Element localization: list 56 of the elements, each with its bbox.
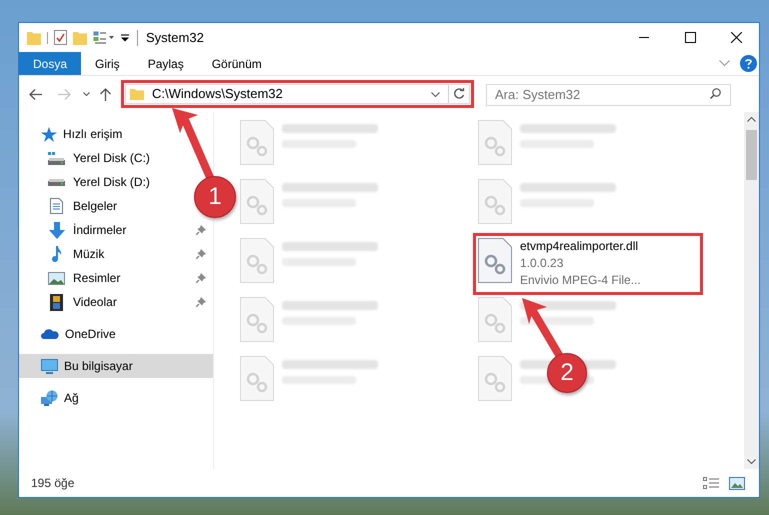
properties-icon[interactable] (54, 30, 67, 45)
nav-item[interactable]: Belgeler (44, 194, 122, 218)
customize-caret-icon[interactable] (121, 34, 129, 42)
network-icon (41, 390, 58, 406)
chevron-down-icon[interactable] (431, 92, 440, 96)
monitor-icon (41, 358, 58, 374)
back-arrow-icon[interactable] (29, 88, 42, 100)
caret-icon[interactable] (83, 92, 90, 96)
search-field[interactable]: Ara: System32 (486, 84, 731, 106)
pin-icon[interactable] (196, 249, 206, 259)
nav-item[interactable]: Bu bilgisayar (19, 354, 213, 378)
scroll-down-icon[interactable] (747, 459, 756, 464)
nav-item[interactable]: OneDrive (19, 322, 213, 346)
ribbon-tab[interactable]: Dosya (19, 52, 82, 75)
folder-icon (130, 88, 144, 100)
scroll-up-icon[interactable] (747, 117, 756, 122)
nav-item[interactable]: Hızlı erişim (19, 122, 213, 146)
nav-item[interactable]: Yerel Disk (D:) (44, 170, 154, 194)
maximize-icon (684, 32, 696, 43)
refresh-icon[interactable] (453, 88, 465, 100)
nav-item[interactable]: Resimler (44, 266, 124, 290)
film-icon (50, 294, 63, 310)
up-arrow-icon[interactable] (100, 88, 111, 100)
address-path: C:\Windows\System32 (152, 85, 283, 104)
ribbon-tab[interactable]: Görünüm (198, 52, 276, 75)
minimize-icon (639, 36, 649, 38)
help-icon[interactable] (740, 55, 757, 72)
close-icon (730, 32, 742, 43)
ribbon-tab[interactable]: Giriş (81, 52, 134, 75)
nav-item[interactable]: Müzik (44, 242, 108, 266)
view-options-icon[interactable] (93, 30, 115, 44)
scrollbar[interactable] (744, 112, 759, 469)
download-arrow-icon (48, 222, 64, 238)
address-field[interactable]: C:\Windows\System32 (125, 84, 470, 104)
window-title: System32 (146, 28, 204, 47)
ribbon-tab[interactable]: Paylaş (134, 52, 198, 75)
nav-item[interactable]: Yerel Disk (C:) (44, 146, 154, 170)
document-icon (50, 198, 63, 214)
nav-item[interactable]: Videolar (44, 290, 121, 314)
drive-icon (48, 178, 65, 186)
pin-icon[interactable] (196, 297, 206, 307)
picture-icon (48, 272, 65, 284)
cloud-icon (41, 329, 59, 339)
music-note-icon (52, 246, 62, 262)
pin-icon[interactable] (196, 273, 206, 283)
details-view-icon[interactable] (703, 477, 719, 489)
scrollbar-thumb[interactable] (746, 130, 757, 180)
search-icon[interactable] (710, 88, 721, 99)
star-icon (41, 126, 57, 142)
large-icons-view-icon[interactable] (729, 476, 745, 490)
drive-icon (48, 152, 65, 164)
pin-icon[interactable] (196, 225, 206, 235)
nav-item[interactable]: İndirmeler (44, 218, 130, 242)
file-item[interactable]: etvmp4realimporter.dll 1.0.0.23 Envivio MPEG-4 File... (478, 238, 698, 289)
item-count: 195 öğe (31, 475, 74, 492)
nav-item[interactable]: Ağ (19, 386, 213, 410)
